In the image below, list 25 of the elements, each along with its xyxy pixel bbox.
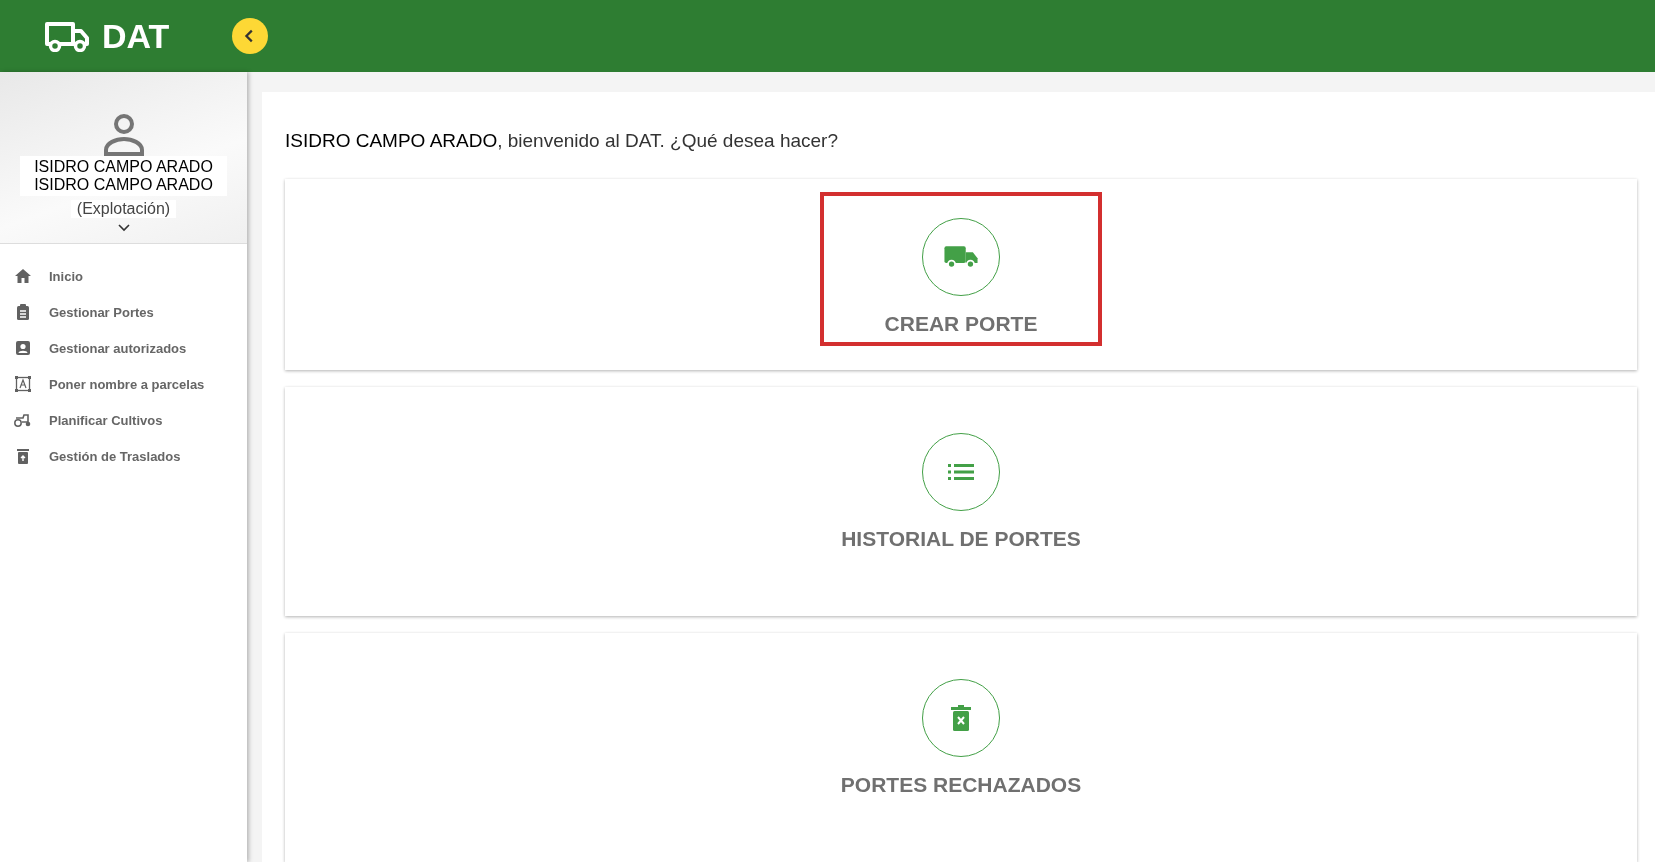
- user-name: ISIDRO CAMPO ARADO: [34, 158, 213, 176]
- user-icon: [101, 112, 146, 156]
- sidebar-item[interactable]: Inicio: [0, 258, 247, 294]
- truck-icon: [943, 244, 979, 270]
- action-card[interactable]: CREAR PORTE: [285, 179, 1637, 371]
- welcome-message: ISIDRO CAMPO ARADO, bienvenido al DAT. ¿Qué desea hacer?: [285, 130, 839, 152]
- highlight-frame: CREAR PORTE: [820, 192, 1102, 346]
- sidebar-item[interactable]: Gestión de Traslados: [0, 438, 247, 474]
- collapse-sidebar-button[interactable]: [232, 18, 268, 54]
- user-role: (Explotación): [70, 200, 177, 218]
- truck-icon: [44, 20, 90, 52]
- person-card-icon: [13, 338, 33, 358]
- sidebar-item[interactable]: Poner nombre a parcelas: [0, 366, 247, 402]
- sidebar-item[interactable]: Gestionar Portes: [0, 294, 247, 330]
- sidebar-item[interactable]: Gestionar autorizados: [0, 330, 247, 366]
- list-icon: [948, 463, 974, 482]
- action-card[interactable]: HISTORIAL DE PORTES: [285, 387, 1637, 617]
- bin-icon: [951, 705, 971, 732]
- app-title: DAT: [102, 16, 170, 56]
- sidebar-item[interactable]: Planificar Cultivos: [0, 402, 247, 438]
- chevron-down-icon[interactable]: [117, 224, 130, 232]
- action-card[interactable]: PORTES RECHAZADOS: [285, 633, 1637, 862]
- text-frame-icon: [13, 374, 33, 394]
- user-name: ISIDRO CAMPO ARADO: [34, 176, 213, 194]
- home-icon: [13, 266, 33, 286]
